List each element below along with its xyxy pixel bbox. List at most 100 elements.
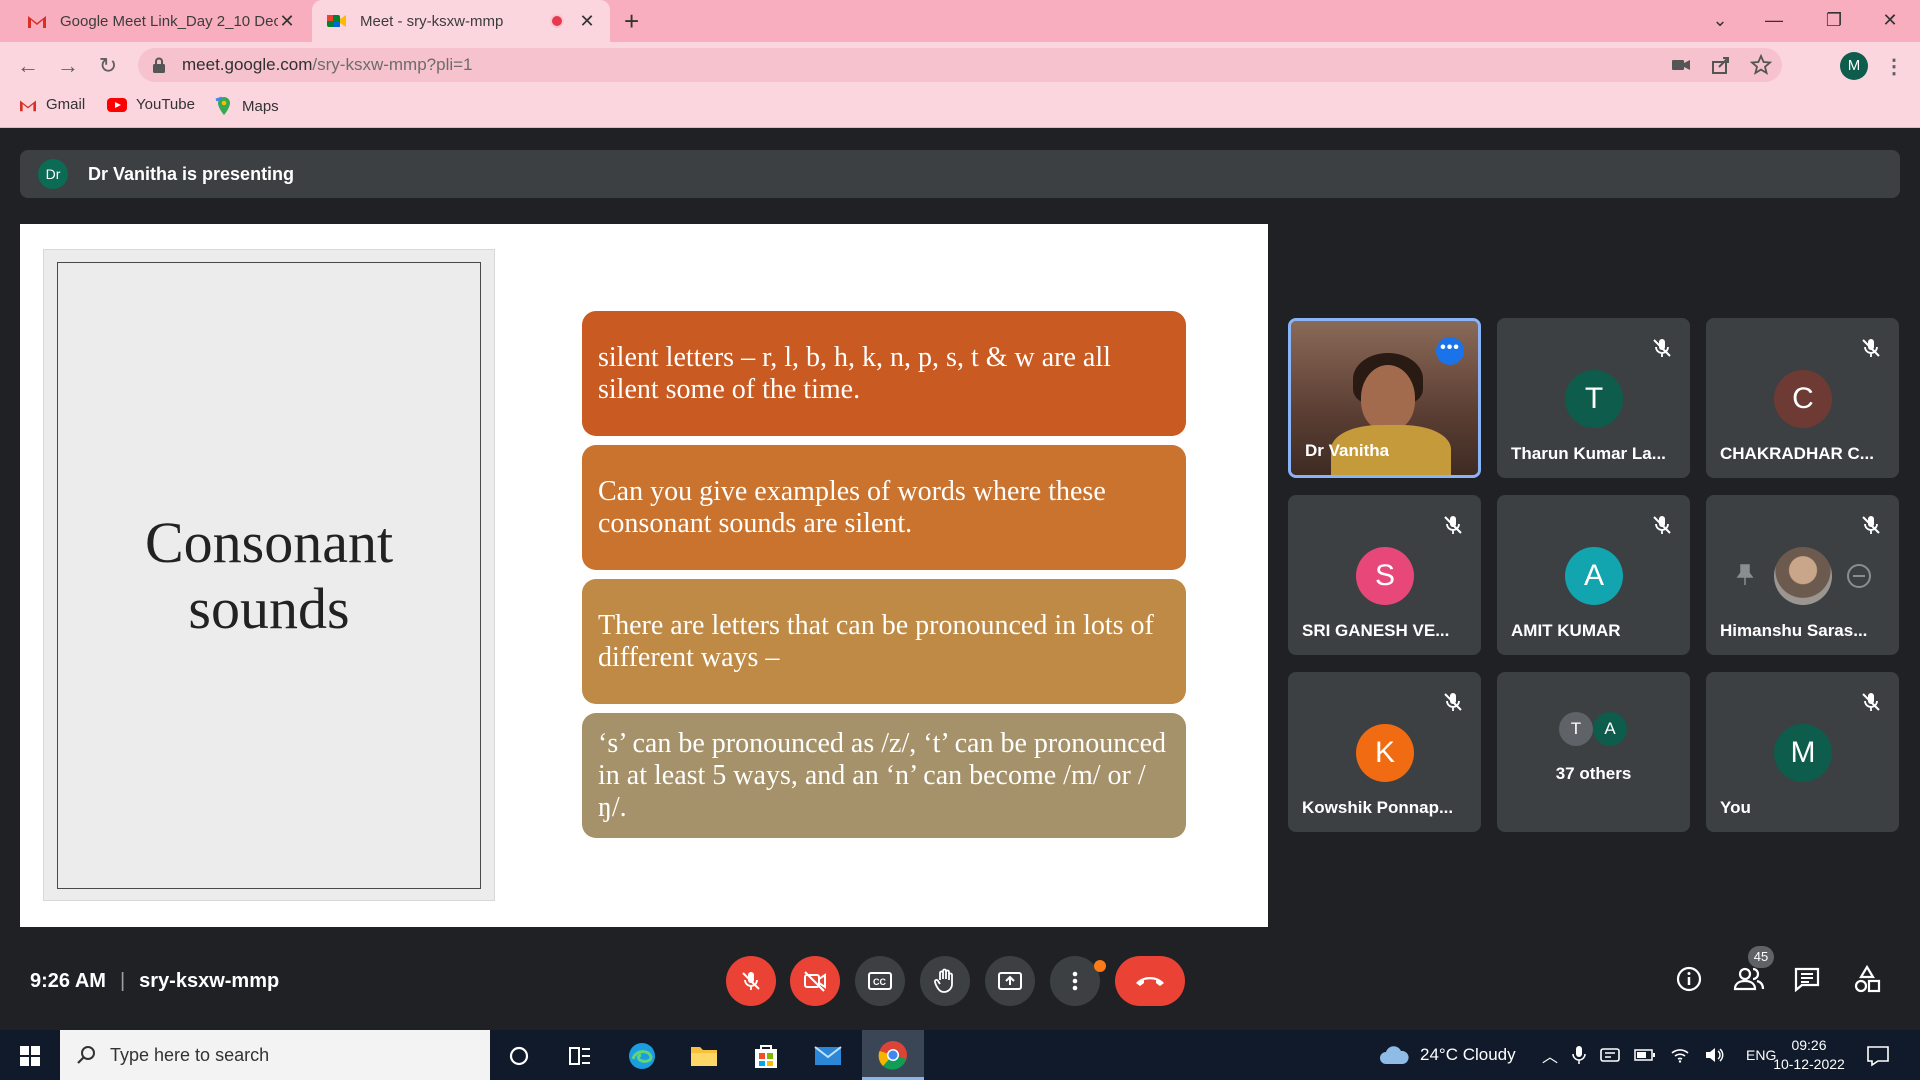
close-tab-icon[interactable]: ✕: [578, 12, 596, 30]
camera-button[interactable]: [790, 956, 840, 1006]
windows-taskbar: Type here to search 24°C Cloudy ︿ ENG 09…: [0, 1030, 1920, 1080]
address-bar[interactable]: meet.google.com/sry-ksxw-mmp?pli=1: [138, 48, 1782, 82]
store-button[interactable]: [750, 1040, 782, 1072]
chrome-menu-icon[interactable]: ⋮: [1880, 52, 1908, 80]
tab-gmail[interactable]: Google Meet Link_Day 2_10 Dec ✕: [12, 0, 310, 42]
reload-button[interactable]: ↻: [94, 52, 122, 80]
mic-off-icon: [1444, 693, 1462, 711]
activities-icon: [1854, 965, 1881, 993]
gmail-icon: [20, 100, 36, 111]
share-icon[interactable]: [1710, 54, 1732, 76]
edge-button[interactable]: [626, 1040, 658, 1072]
participant-tile[interactable]: Himanshu Saras...: [1706, 495, 1899, 655]
mail-icon: [814, 1046, 842, 1065]
activities-button[interactable]: [1850, 962, 1884, 996]
shared-screen: Consonant sounds silent letters – r, l, …: [20, 224, 1268, 927]
meeting-details-button[interactable]: [1672, 962, 1706, 996]
notification-dot: [1094, 960, 1106, 972]
tab-search-icon[interactable]: ⌄: [1692, 0, 1748, 40]
present-button[interactable]: [985, 956, 1035, 1006]
participant-tile[interactable]: T Tharun Kumar La...: [1497, 318, 1690, 478]
start-button[interactable]: [14, 1040, 46, 1072]
minimize-button[interactable]: —: [1746, 0, 1802, 40]
tab-meet[interactable]: Meet - sry-ksxw-mmp ✕: [312, 0, 610, 42]
present-icon: [998, 972, 1022, 990]
participant-tile-dr-vanitha[interactable]: ••• Dr Vanitha: [1288, 318, 1481, 478]
participant-tile[interactable]: S SRI GANESH VE...: [1288, 495, 1481, 655]
wifi-icon[interactable]: [1670, 1047, 1690, 1063]
notification-icon: [1867, 1046, 1889, 1067]
browser-tab-strip: Google Meet Link_Day 2_10 Dec ✕ Meet - s…: [0, 0, 1920, 42]
youtube-icon: [107, 97, 127, 112]
leave-call-button[interactable]: [1115, 956, 1185, 1006]
close-window-button[interactable]: ✕: [1862, 0, 1918, 40]
participant-name: Himanshu Saras...: [1720, 621, 1868, 640]
back-button[interactable]: ←: [14, 52, 42, 80]
more-vert-icon: [1072, 971, 1078, 991]
info-icon: [1676, 966, 1702, 992]
chrome-taskbar-button[interactable]: [862, 1030, 924, 1080]
participant-tile-you[interactable]: M You: [1706, 672, 1899, 832]
mic-off-icon: [1653, 516, 1671, 534]
chat-icon: [1794, 967, 1820, 992]
slide-title-line: sounds: [188, 575, 350, 641]
more-options-icon[interactable]: •••: [1436, 337, 1464, 365]
profile-avatar[interactable]: M: [1840, 52, 1868, 80]
bookmark-maps[interactable]: Maps: [214, 96, 279, 116]
camera-blocked-icon[interactable]: [1670, 54, 1692, 76]
volume-icon[interactable]: [1704, 1047, 1724, 1063]
bookmark-star-icon[interactable]: [1750, 54, 1772, 76]
search-placeholder: Type here to search: [110, 1044, 270, 1065]
participant-avatar: C: [1774, 370, 1832, 428]
participant-tile[interactable]: A AMIT KUMAR: [1497, 495, 1690, 655]
captions-button[interactable]: CC: [855, 956, 905, 1006]
slide-title: Consonant sounds: [145, 510, 393, 642]
battery-icon[interactable]: [1634, 1048, 1656, 1062]
bookmark-youtube[interactable]: YouTube: [106, 96, 195, 113]
new-tab-button[interactable]: +: [624, 8, 639, 34]
participant-avatar: S: [1356, 547, 1414, 605]
hand-icon: [934, 968, 953, 993]
clock-time: 09:26: [1791, 1037, 1827, 1053]
meet-tray-icon[interactable]: [1600, 1046, 1620, 1064]
bookmarks-bar: Gmail YouTube Maps: [0, 88, 1920, 128]
weather-widget[interactable]: 24°C Cloudy: [1378, 1030, 1516, 1080]
captions-icon: CC: [868, 972, 892, 990]
remove-icon[interactable]: [1846, 563, 1872, 589]
chat-button[interactable]: [1790, 962, 1824, 996]
raise-hand-button[interactable]: [920, 956, 970, 1006]
microphone-icon[interactable]: [1572, 1045, 1586, 1065]
browser-toolbar: ← → ↻ meet.google.com/sry-ksxw-mmp?pli=1…: [0, 42, 1920, 117]
camera-off-icon: [804, 971, 826, 992]
edge-icon: [629, 1043, 655, 1069]
mic-off-icon: [1862, 339, 1880, 357]
close-tab-icon[interactable]: ✕: [278, 12, 296, 30]
cloud-icon: [1380, 1046, 1409, 1064]
bookmark-label: YouTube: [136, 96, 195, 113]
chevron-up-icon[interactable]: ︿: [1542, 1043, 1558, 1067]
file-explorer-button[interactable]: [688, 1040, 720, 1072]
taskbar-clock[interactable]: 09:26 10-12-2022: [1764, 1036, 1854, 1074]
participant-tile[interactable]: K Kowshik Ponnap...: [1288, 672, 1481, 832]
participant-avatar: M: [1774, 724, 1832, 782]
bookmark-gmail[interactable]: Gmail: [18, 96, 85, 113]
participant-tile[interactable]: C CHAKRADHAR C...: [1706, 318, 1899, 478]
participant-avatar: T: [1565, 370, 1623, 428]
mail-button[interactable]: [812, 1040, 844, 1072]
forward-button[interactable]: →: [54, 52, 82, 80]
participant-avatar: K: [1356, 724, 1414, 782]
notifications-button[interactable]: [1862, 1040, 1894, 1072]
pin-icon[interactable]: [1734, 563, 1756, 587]
restore-button[interactable]: ❐: [1806, 0, 1862, 40]
microphone-button[interactable]: [726, 956, 776, 1006]
participant-name: AMIT KUMAR: [1511, 621, 1621, 640]
others-tile[interactable]: T A 37 others: [1497, 672, 1690, 832]
cortana-button[interactable]: [503, 1040, 535, 1072]
store-icon: [755, 1045, 777, 1068]
url-text: meet.google.com/sry-ksxw-mmp?pli=1: [182, 55, 473, 75]
taskbar-search-box[interactable]: Type here to search: [60, 1030, 490, 1080]
participant-name: You: [1720, 798, 1751, 817]
task-view-button[interactable]: [564, 1040, 596, 1072]
more-options-button[interactable]: [1050, 956, 1100, 1006]
meeting-code: sry-ksxw-mmp: [139, 970, 280, 992]
